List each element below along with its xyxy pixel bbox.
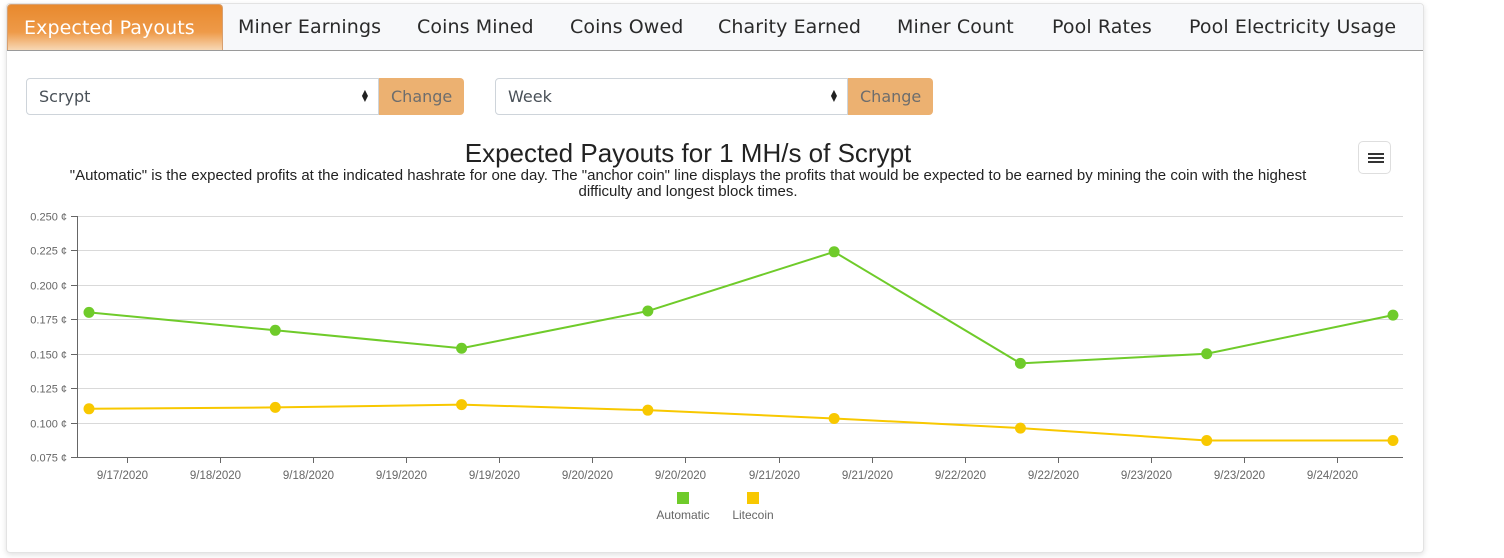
tab-bar: Expected Payouts Miner Earnings Coins Mi… (7, 4, 1423, 51)
algorithm-select-value: Scrypt (39, 87, 91, 106)
tab-pool-rates[interactable]: Pool Rates (1036, 4, 1168, 50)
chart-subtitle: "Automatic" is the expected profits at t… (69, 167, 1307, 200)
chart-title: Expected Payouts for 1 MH/s of Scrypt (464, 138, 912, 168)
tab-coins-owed[interactable]: Coins Owed (554, 4, 699, 50)
tab-charity-earned[interactable]: Charity Earned (702, 4, 877, 50)
period-change-button[interactable]: Change (848, 78, 934, 115)
period-select[interactable]: Week ▲ ▼ (495, 78, 848, 115)
hamburger-menu-icon-bar (1368, 161, 1384, 163)
hamburger-menu-icon-bar (1368, 157, 1384, 159)
tab-pool-electricity-usage[interactable]: Pool Electricity Usage (1173, 4, 1412, 50)
tab-miner-count[interactable]: Miner Count (881, 4, 1030, 50)
algorithm-control: Scrypt ▲ ▼ Change (26, 78, 465, 115)
chart-menu-button[interactable] (1358, 141, 1391, 174)
period-select-value: Week (508, 87, 552, 106)
select-arrows-icon: ▲ ▼ (361, 88, 368, 103)
tab-coins-mined[interactable]: Coins Mined (401, 4, 550, 50)
period-control: Week ▲ ▼ Change (495, 78, 934, 115)
hamburger-menu-icon (1368, 153, 1384, 155)
tab-expected-payouts[interactable]: Expected Payouts (7, 4, 223, 50)
chart-card: Expected Payouts Miner Earnings Coins Mi… (6, 3, 1424, 553)
tab-miner-earnings[interactable]: Miner Earnings (222, 4, 397, 50)
algorithm-change-button[interactable]: Change (379, 78, 465, 115)
algorithm-select[interactable]: Scrypt ▲ ▼ (26, 78, 379, 115)
select-arrows-icon: ▲ ▼ (830, 88, 837, 103)
